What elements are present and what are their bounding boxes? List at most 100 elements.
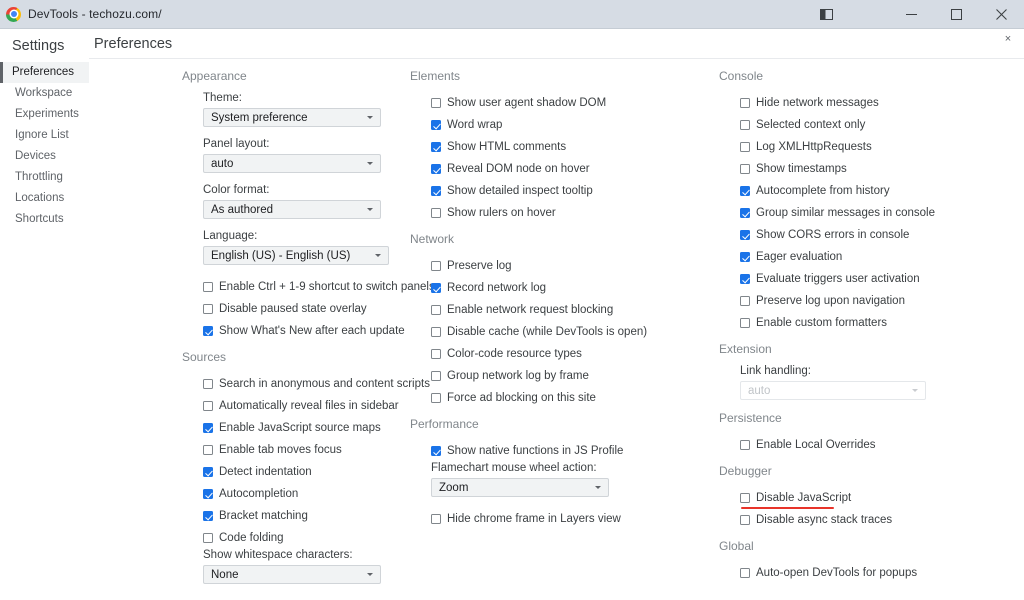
select-panel-layout[interactable]: auto: [203, 154, 381, 173]
checkbox-enable-network-request-blocking[interactable]: [431, 305, 441, 315]
checkbox-row-bracket-matching[interactable]: Bracket matching: [203, 505, 389, 527]
checkbox-disable-javascript[interactable]: [740, 493, 750, 503]
checkbox-autocomplete-from-history[interactable]: [740, 186, 750, 196]
checkbox-row-detect-indentation[interactable]: Detect indentation: [203, 461, 389, 483]
checkbox-enable-custom-formatters[interactable]: [740, 318, 750, 328]
sidebar-item-shortcuts[interactable]: Shortcuts: [0, 209, 89, 230]
sidebar-item-locations[interactable]: Locations: [0, 188, 89, 209]
checkbox-row-show-native-functions-in-js-profile[interactable]: Show native functions in JS Profile: [431, 440, 699, 462]
checkbox-word-wrap[interactable]: [431, 120, 441, 130]
checkbox-row-enable-ctrl-1-9-shortcut-to-switch-panels[interactable]: Enable Ctrl + 1-9 shortcut to switch pan…: [203, 276, 435, 298]
checkbox-reveal-dom-node-on-hover[interactable]: [431, 164, 441, 174]
checkbox-row-word-wrap[interactable]: Word wrap: [431, 114, 699, 136]
checkbox-row-disable-javascript[interactable]: Disable JavaScript: [740, 487, 1019, 509]
checkbox-row-log-xmlhttprequests[interactable]: Log XMLHttpRequests: [740, 136, 1019, 158]
checkbox-row-disable-cache-while-devtools-is-open[interactable]: Disable cache (while DevTools is open): [431, 321, 699, 343]
checkbox-enable-javascript-source-maps[interactable]: [203, 423, 213, 433]
checkbox-color-code-resource-types[interactable]: [431, 349, 441, 359]
checkbox-row-enable-javascript-source-maps[interactable]: Enable JavaScript source maps: [203, 417, 389, 439]
minimize-button[interactable]: [889, 0, 934, 29]
checkbox-row-code-folding[interactable]: Code folding: [203, 527, 389, 549]
checkbox-row-autocomplete-from-history[interactable]: Autocomplete from history: [740, 180, 1019, 202]
checkbox-row-show-html-comments[interactable]: Show HTML comments: [431, 136, 699, 158]
checkbox-group-similar-messages-in-console[interactable]: [740, 208, 750, 218]
checkbox-row-disable-paused-state-overlay[interactable]: Disable paused state overlay: [203, 298, 389, 320]
checkbox-row-hide-chrome-frame-in-layers-view[interactable]: Hide chrome frame in Layers view: [431, 508, 699, 530]
checkbox-show-what-s-new-after-each-update[interactable]: [203, 326, 213, 336]
maximize-button[interactable]: [934, 0, 979, 29]
checkbox-row-display-variable-values-inline-while-debugging[interactable]: Display variable values inline while deb…: [203, 595, 389, 599]
checkbox-row-group-network-log-by-frame[interactable]: Group network log by frame: [431, 365, 699, 387]
checkbox-search-in-anonymous-and-content-scripts[interactable]: [203, 379, 213, 389]
select-show-whitespace-characters[interactable]: None: [203, 565, 381, 584]
checkbox-row-enable-network-request-blocking[interactable]: Enable network request blocking: [431, 299, 699, 321]
checkbox-disable-async-stack-traces[interactable]: [740, 515, 750, 525]
checkbox-hide-network-messages[interactable]: [740, 98, 750, 108]
dock-layout-icon[interactable]: [805, 0, 847, 29]
close-button[interactable]: [979, 0, 1024, 29]
checkbox-eager-evaluation[interactable]: [740, 252, 750, 262]
checkbox-record-network-log[interactable]: [431, 283, 441, 293]
checkbox-selected-context-only[interactable]: [740, 120, 750, 130]
checkbox-detect-indentation[interactable]: [203, 467, 213, 477]
checkbox-show-user-agent-shadow-dom[interactable]: [431, 98, 441, 108]
checkbox-row-automatically-reveal-files-in-sidebar[interactable]: Automatically reveal files in sidebar: [203, 395, 399, 417]
checkbox-autocompletion[interactable]: [203, 489, 213, 499]
checkbox-row-evaluate-triggers-user-activation[interactable]: Evaluate triggers user activation: [740, 268, 1019, 290]
checkbox-show-timestamps[interactable]: [740, 164, 750, 174]
select-language[interactable]: English (US) - English (US): [203, 246, 389, 265]
checkbox-preserve-log[interactable]: [431, 261, 441, 271]
checkbox-row-enable-local-overrides[interactable]: Enable Local Overrides: [740, 434, 1019, 456]
checkbox-row-preserve-log-upon-navigation[interactable]: Preserve log upon navigation: [740, 290, 1019, 312]
checkbox-row-autocompletion[interactable]: Autocompletion: [203, 483, 389, 505]
checkbox-row-force-ad-blocking-on-this-site[interactable]: Force ad blocking on this site: [431, 387, 699, 409]
checkbox-row-selected-context-only[interactable]: Selected context only: [740, 114, 1019, 136]
checkbox-show-html-comments[interactable]: [431, 142, 441, 152]
checkbox-group-network-log-by-frame[interactable]: [431, 371, 441, 381]
select-color-format[interactable]: As authored: [203, 200, 381, 219]
checkbox-disable-paused-state-overlay[interactable]: [203, 304, 213, 314]
checkbox-row-preserve-log[interactable]: Preserve log: [431, 255, 699, 277]
checkbox-row-show-timestamps[interactable]: Show timestamps: [740, 158, 1019, 180]
checkbox-row-show-detailed-inspect-tooltip[interactable]: Show detailed inspect tooltip: [431, 180, 699, 202]
checkbox-show-rulers-on-hover[interactable]: [431, 208, 441, 218]
checkbox-code-folding[interactable]: [203, 533, 213, 543]
checkbox-bracket-matching[interactable]: [203, 511, 213, 521]
checkbox-evaluate-triggers-user-activation[interactable]: [740, 274, 750, 284]
checkbox-row-hide-network-messages[interactable]: Hide network messages: [740, 92, 1019, 114]
sidebar-item-workspace[interactable]: Workspace: [0, 83, 89, 104]
panel-close-icon[interactable]: ×: [1000, 31, 1016, 47]
checkbox-enable-local-overrides[interactable]: [740, 440, 750, 450]
checkbox-automatically-reveal-files-in-sidebar[interactable]: [203, 401, 213, 411]
sidebar-item-preferences[interactable]: Preferences: [0, 62, 89, 83]
checkbox-disable-cache-while-devtools-is-open[interactable]: [431, 327, 441, 337]
checkbox-show-detailed-inspect-tooltip[interactable]: [431, 186, 441, 196]
checkbox-row-eager-evaluation[interactable]: Eager evaluation: [740, 246, 1019, 268]
checkbox-enable-tab-moves-focus[interactable]: [203, 445, 213, 455]
checkbox-row-color-code-resource-types[interactable]: Color-code resource types: [431, 343, 699, 365]
checkbox-row-auto-open-devtools-for-popups[interactable]: Auto-open DevTools for popups: [740, 562, 1019, 584]
checkbox-row-disable-async-stack-traces[interactable]: Disable async stack traces: [740, 509, 1019, 531]
checkbox-row-reveal-dom-node-on-hover[interactable]: Reveal DOM node on hover: [431, 158, 699, 180]
sidebar-item-devices[interactable]: Devices: [0, 146, 89, 167]
checkbox-row-show-cors-errors-in-console[interactable]: Show CORS errors in console: [740, 224, 1019, 246]
checkbox-enable-ctrl-1-9-shortcut-to-switch-panels[interactable]: [203, 282, 213, 292]
checkbox-row-record-network-log[interactable]: Record network log: [431, 277, 699, 299]
sidebar-item-experiments[interactable]: Experiments: [0, 104, 89, 125]
sidebar-item-ignore-list[interactable]: Ignore List: [0, 125, 89, 146]
checkbox-row-show-rulers-on-hover[interactable]: Show rulers on hover: [431, 202, 699, 224]
checkbox-log-xmlhttprequests[interactable]: [740, 142, 750, 152]
checkbox-preserve-log-upon-navigation[interactable]: [740, 296, 750, 306]
checkbox-row-enable-tab-moves-focus[interactable]: Enable tab moves focus: [203, 439, 389, 461]
select-theme[interactable]: System preference: [203, 108, 381, 127]
checkbox-show-native-functions-in-js-profile[interactable]: [431, 446, 441, 456]
checkbox-show-cors-errors-in-console[interactable]: [740, 230, 750, 240]
sidebar-item-throttling[interactable]: Throttling: [0, 167, 89, 188]
checkbox-hide-chrome-frame-in-layers-view[interactable]: [431, 514, 441, 524]
checkbox-row-enable-custom-formatters[interactable]: Enable custom formatters: [740, 312, 1019, 334]
checkbox-row-search-in-anonymous-and-content-scripts[interactable]: Search in anonymous and content scripts: [203, 373, 430, 395]
checkbox-auto-open-devtools-for-popups[interactable]: [740, 568, 750, 578]
checkbox-row-group-similar-messages-in-console[interactable]: Group similar messages in console: [740, 202, 1019, 224]
checkbox-row-show-what-s-new-after-each-update[interactable]: Show What's New after each update: [203, 320, 405, 342]
checkbox-row-show-user-agent-shadow-dom[interactable]: Show user agent shadow DOM: [431, 92, 699, 114]
